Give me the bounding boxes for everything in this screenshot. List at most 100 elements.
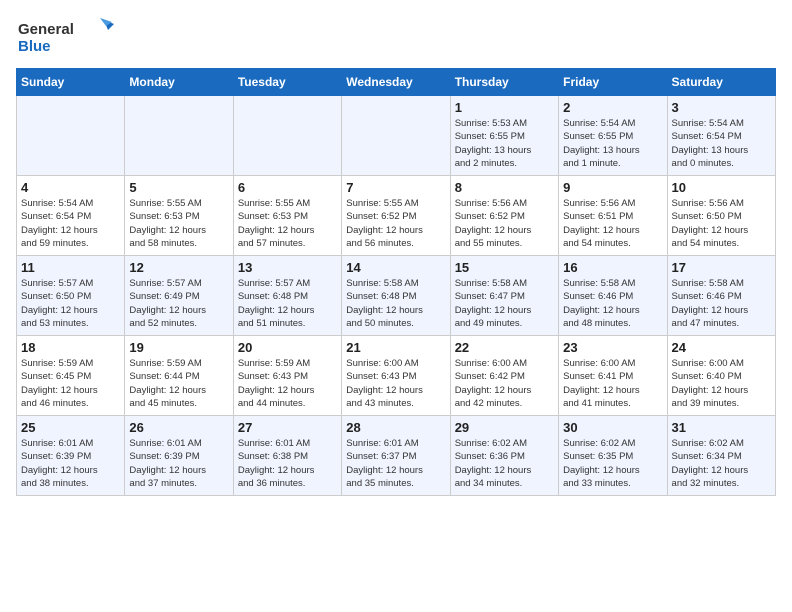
day-detail: Sunrise: 5:57 AM Sunset: 6:49 PM Dayligh…: [129, 277, 228, 330]
calendar-cell: 11 Sunrise: 5:57 AM Sunset: 6:50 PM Dayli…: [17, 256, 125, 336]
calendar-cell: 27 Sunrise: 6:01 AM Sunset: 6:38 PM Dayli…: [233, 416, 341, 496]
day-number: 17: [672, 260, 771, 275]
calendar-cell: 8Sunrise: 5:56 AM Sunset: 6:52 PM Daylig…: [450, 176, 558, 256]
calendar-cell: 24 Sunrise: 6:00 AM Sunset: 6:40 PM Dayli…: [667, 336, 775, 416]
day-number: 6: [238, 180, 337, 195]
day-number: 4: [21, 180, 120, 195]
day-detail: Sunrise: 6:01 AM Sunset: 6:37 PM Dayligh…: [346, 437, 445, 490]
calendar-cell: [125, 96, 233, 176]
calendar-cell: 20Sunrise: 5:59 AM Sunset: 6:43 PM Dayli…: [233, 336, 341, 416]
day-detail: Sunrise: 6:00 AM Sunset: 6:41 PM Dayligh…: [563, 357, 662, 410]
day-detail: Sunrise: 5:59 AM Sunset: 6:44 PM Dayligh…: [129, 357, 228, 410]
calendar-cell: 31 Sunrise: 6:02 AM Sunset: 6:34 PM Dayli…: [667, 416, 775, 496]
day-number: 16: [563, 260, 662, 275]
day-detail: Sunrise: 5:55 AM Sunset: 6:52 PM Dayligh…: [346, 197, 445, 250]
day-number: 13: [238, 260, 337, 275]
day-detail: Sunrise: 5:55 AM Sunset: 6:53 PM Dayligh…: [238, 197, 337, 250]
day-detail: Sunrise: 5:55 AM Sunset: 6:53 PM Dayligh…: [129, 197, 228, 250]
calendar-cell: 1 Sunrise: 5:53 AM Sunset: 6:55 PM Daylig…: [450, 96, 558, 176]
calendar-cell: 15Sunrise: 5:58 AM Sunset: 6:47 PM Dayli…: [450, 256, 558, 336]
calendar-cell: 9 Sunrise: 5:56 AM Sunset: 6:51 PM Daylig…: [559, 176, 667, 256]
calendar-cell: 12 Sunrise: 5:57 AM Sunset: 6:49 PM Dayli…: [125, 256, 233, 336]
day-detail: Sunrise: 5:53 AM Sunset: 6:55 PM Dayligh…: [455, 117, 554, 170]
calendar-week-row: 1 Sunrise: 5:53 AM Sunset: 6:55 PM Daylig…: [17, 96, 776, 176]
day-detail: Sunrise: 6:00 AM Sunset: 6:42 PM Dayligh…: [455, 357, 554, 410]
calendar-cell: 2Sunrise: 5:54 AM Sunset: 6:55 PM Daylig…: [559, 96, 667, 176]
calendar-cell: [17, 96, 125, 176]
calendar-cell: 14 Sunrise: 5:58 AM Sunset: 6:48 PM Dayli…: [342, 256, 450, 336]
weekday-header-wednesday: Wednesday: [342, 69, 450, 96]
day-number: 10: [672, 180, 771, 195]
calendar-week-row: 4 Sunrise: 5:54 AM Sunset: 6:54 PM Daylig…: [17, 176, 776, 256]
weekday-header-tuesday: Tuesday: [233, 69, 341, 96]
day-number: 3: [672, 100, 771, 115]
svg-text:Blue: Blue: [18, 38, 51, 55]
calendar-table: SundayMondayTuesdayWednesdayThursdayFrid…: [16, 68, 776, 496]
calendar-cell: 23 Sunrise: 6:00 AM Sunset: 6:41 PM Dayli…: [559, 336, 667, 416]
day-detail: Sunrise: 6:00 AM Sunset: 6:43 PM Dayligh…: [346, 357, 445, 410]
day-detail: Sunrise: 5:57 AM Sunset: 6:50 PM Dayligh…: [21, 277, 120, 330]
day-detail: Sunrise: 5:58 AM Sunset: 6:46 PM Dayligh…: [672, 277, 771, 330]
calendar-cell: 26 Sunrise: 6:01 AM Sunset: 6:39 PM Dayli…: [125, 416, 233, 496]
calendar-week-row: 25 Sunrise: 6:01 AM Sunset: 6:39 PM Dayli…: [17, 416, 776, 496]
day-number: 29: [455, 420, 554, 435]
day-number: 12: [129, 260, 228, 275]
day-number: 27: [238, 420, 337, 435]
day-detail: Sunrise: 6:00 AM Sunset: 6:40 PM Dayligh…: [672, 357, 771, 410]
day-number: 26: [129, 420, 228, 435]
day-number: 20: [238, 340, 337, 355]
day-number: 28: [346, 420, 445, 435]
calendar-cell: [233, 96, 341, 176]
weekday-header-sunday: Sunday: [17, 69, 125, 96]
calendar-cell: 30Sunrise: 6:02 AM Sunset: 6:35 PM Dayli…: [559, 416, 667, 496]
day-number: 23: [563, 340, 662, 355]
day-detail: Sunrise: 6:01 AM Sunset: 6:38 PM Dayligh…: [238, 437, 337, 490]
calendar-week-row: 11 Sunrise: 5:57 AM Sunset: 6:50 PM Dayli…: [17, 256, 776, 336]
calendar-cell: 17 Sunrise: 5:58 AM Sunset: 6:46 PM Dayli…: [667, 256, 775, 336]
svg-text:General: General: [18, 21, 74, 38]
calendar-cell: 19 Sunrise: 5:59 AM Sunset: 6:44 PM Dayli…: [125, 336, 233, 416]
day-detail: Sunrise: 5:54 AM Sunset: 6:54 PM Dayligh…: [672, 117, 771, 170]
day-number: 19: [129, 340, 228, 355]
calendar-cell: 22Sunrise: 6:00 AM Sunset: 6:42 PM Dayli…: [450, 336, 558, 416]
day-detail: Sunrise: 6:01 AM Sunset: 6:39 PM Dayligh…: [129, 437, 228, 490]
weekday-header-monday: Monday: [125, 69, 233, 96]
day-number: 24: [672, 340, 771, 355]
logo-container: General Blue: [16, 16, 116, 56]
calendar-cell: 21 Sunrise: 6:00 AM Sunset: 6:43 PM Dayli…: [342, 336, 450, 416]
calendar-cell: 5Sunrise: 5:55 AM Sunset: 6:53 PM Daylig…: [125, 176, 233, 256]
calendar-cell: 16 Sunrise: 5:58 AM Sunset: 6:46 PM Dayli…: [559, 256, 667, 336]
day-detail: Sunrise: 6:02 AM Sunset: 6:34 PM Dayligh…: [672, 437, 771, 490]
calendar-cell: 29Sunrise: 6:02 AM Sunset: 6:36 PM Dayli…: [450, 416, 558, 496]
day-number: 11: [21, 260, 120, 275]
calendar-cell: 3 Sunrise: 5:54 AM Sunset: 6:54 PM Daylig…: [667, 96, 775, 176]
day-number: 25: [21, 420, 120, 435]
day-detail: Sunrise: 5:54 AM Sunset: 6:54 PM Dayligh…: [21, 197, 120, 250]
calendar-cell: [342, 96, 450, 176]
day-detail: Sunrise: 5:56 AM Sunset: 6:50 PM Dayligh…: [672, 197, 771, 250]
calendar-cell: 28 Sunrise: 6:01 AM Sunset: 6:37 PM Dayli…: [342, 416, 450, 496]
day-number: 14: [346, 260, 445, 275]
weekday-header-friday: Friday: [559, 69, 667, 96]
day-detail: Sunrise: 5:59 AM Sunset: 6:45 PM Dayligh…: [21, 357, 120, 410]
day-detail: Sunrise: 6:02 AM Sunset: 6:35 PM Dayligh…: [563, 437, 662, 490]
day-number: 1: [455, 100, 554, 115]
day-detail: Sunrise: 5:57 AM Sunset: 6:48 PM Dayligh…: [238, 277, 337, 330]
calendar-cell: 4 Sunrise: 5:54 AM Sunset: 6:54 PM Daylig…: [17, 176, 125, 256]
weekday-header-saturday: Saturday: [667, 69, 775, 96]
day-number: 9: [563, 180, 662, 195]
calendar-cell: 6 Sunrise: 5:55 AM Sunset: 6:53 PM Daylig…: [233, 176, 341, 256]
calendar-week-row: 18 Sunrise: 5:59 AM Sunset: 6:45 PM Dayli…: [17, 336, 776, 416]
calendar-cell: 7Sunrise: 5:55 AM Sunset: 6:52 PM Daylig…: [342, 176, 450, 256]
day-number: 15: [455, 260, 554, 275]
calendar-cell: 18 Sunrise: 5:59 AM Sunset: 6:45 PM Dayli…: [17, 336, 125, 416]
day-number: 31: [672, 420, 771, 435]
day-number: 18: [21, 340, 120, 355]
page-header: General Blue: [16, 16, 776, 56]
day-detail: Sunrise: 5:58 AM Sunset: 6:46 PM Dayligh…: [563, 277, 662, 330]
day-detail: Sunrise: 5:58 AM Sunset: 6:48 PM Dayligh…: [346, 277, 445, 330]
day-detail: Sunrise: 5:56 AM Sunset: 6:51 PM Dayligh…: [563, 197, 662, 250]
weekday-header-thursday: Thursday: [450, 69, 558, 96]
calendar-cell: 25Sunrise: 6:01 AM Sunset: 6:39 PM Dayli…: [17, 416, 125, 496]
day-number: 21: [346, 340, 445, 355]
